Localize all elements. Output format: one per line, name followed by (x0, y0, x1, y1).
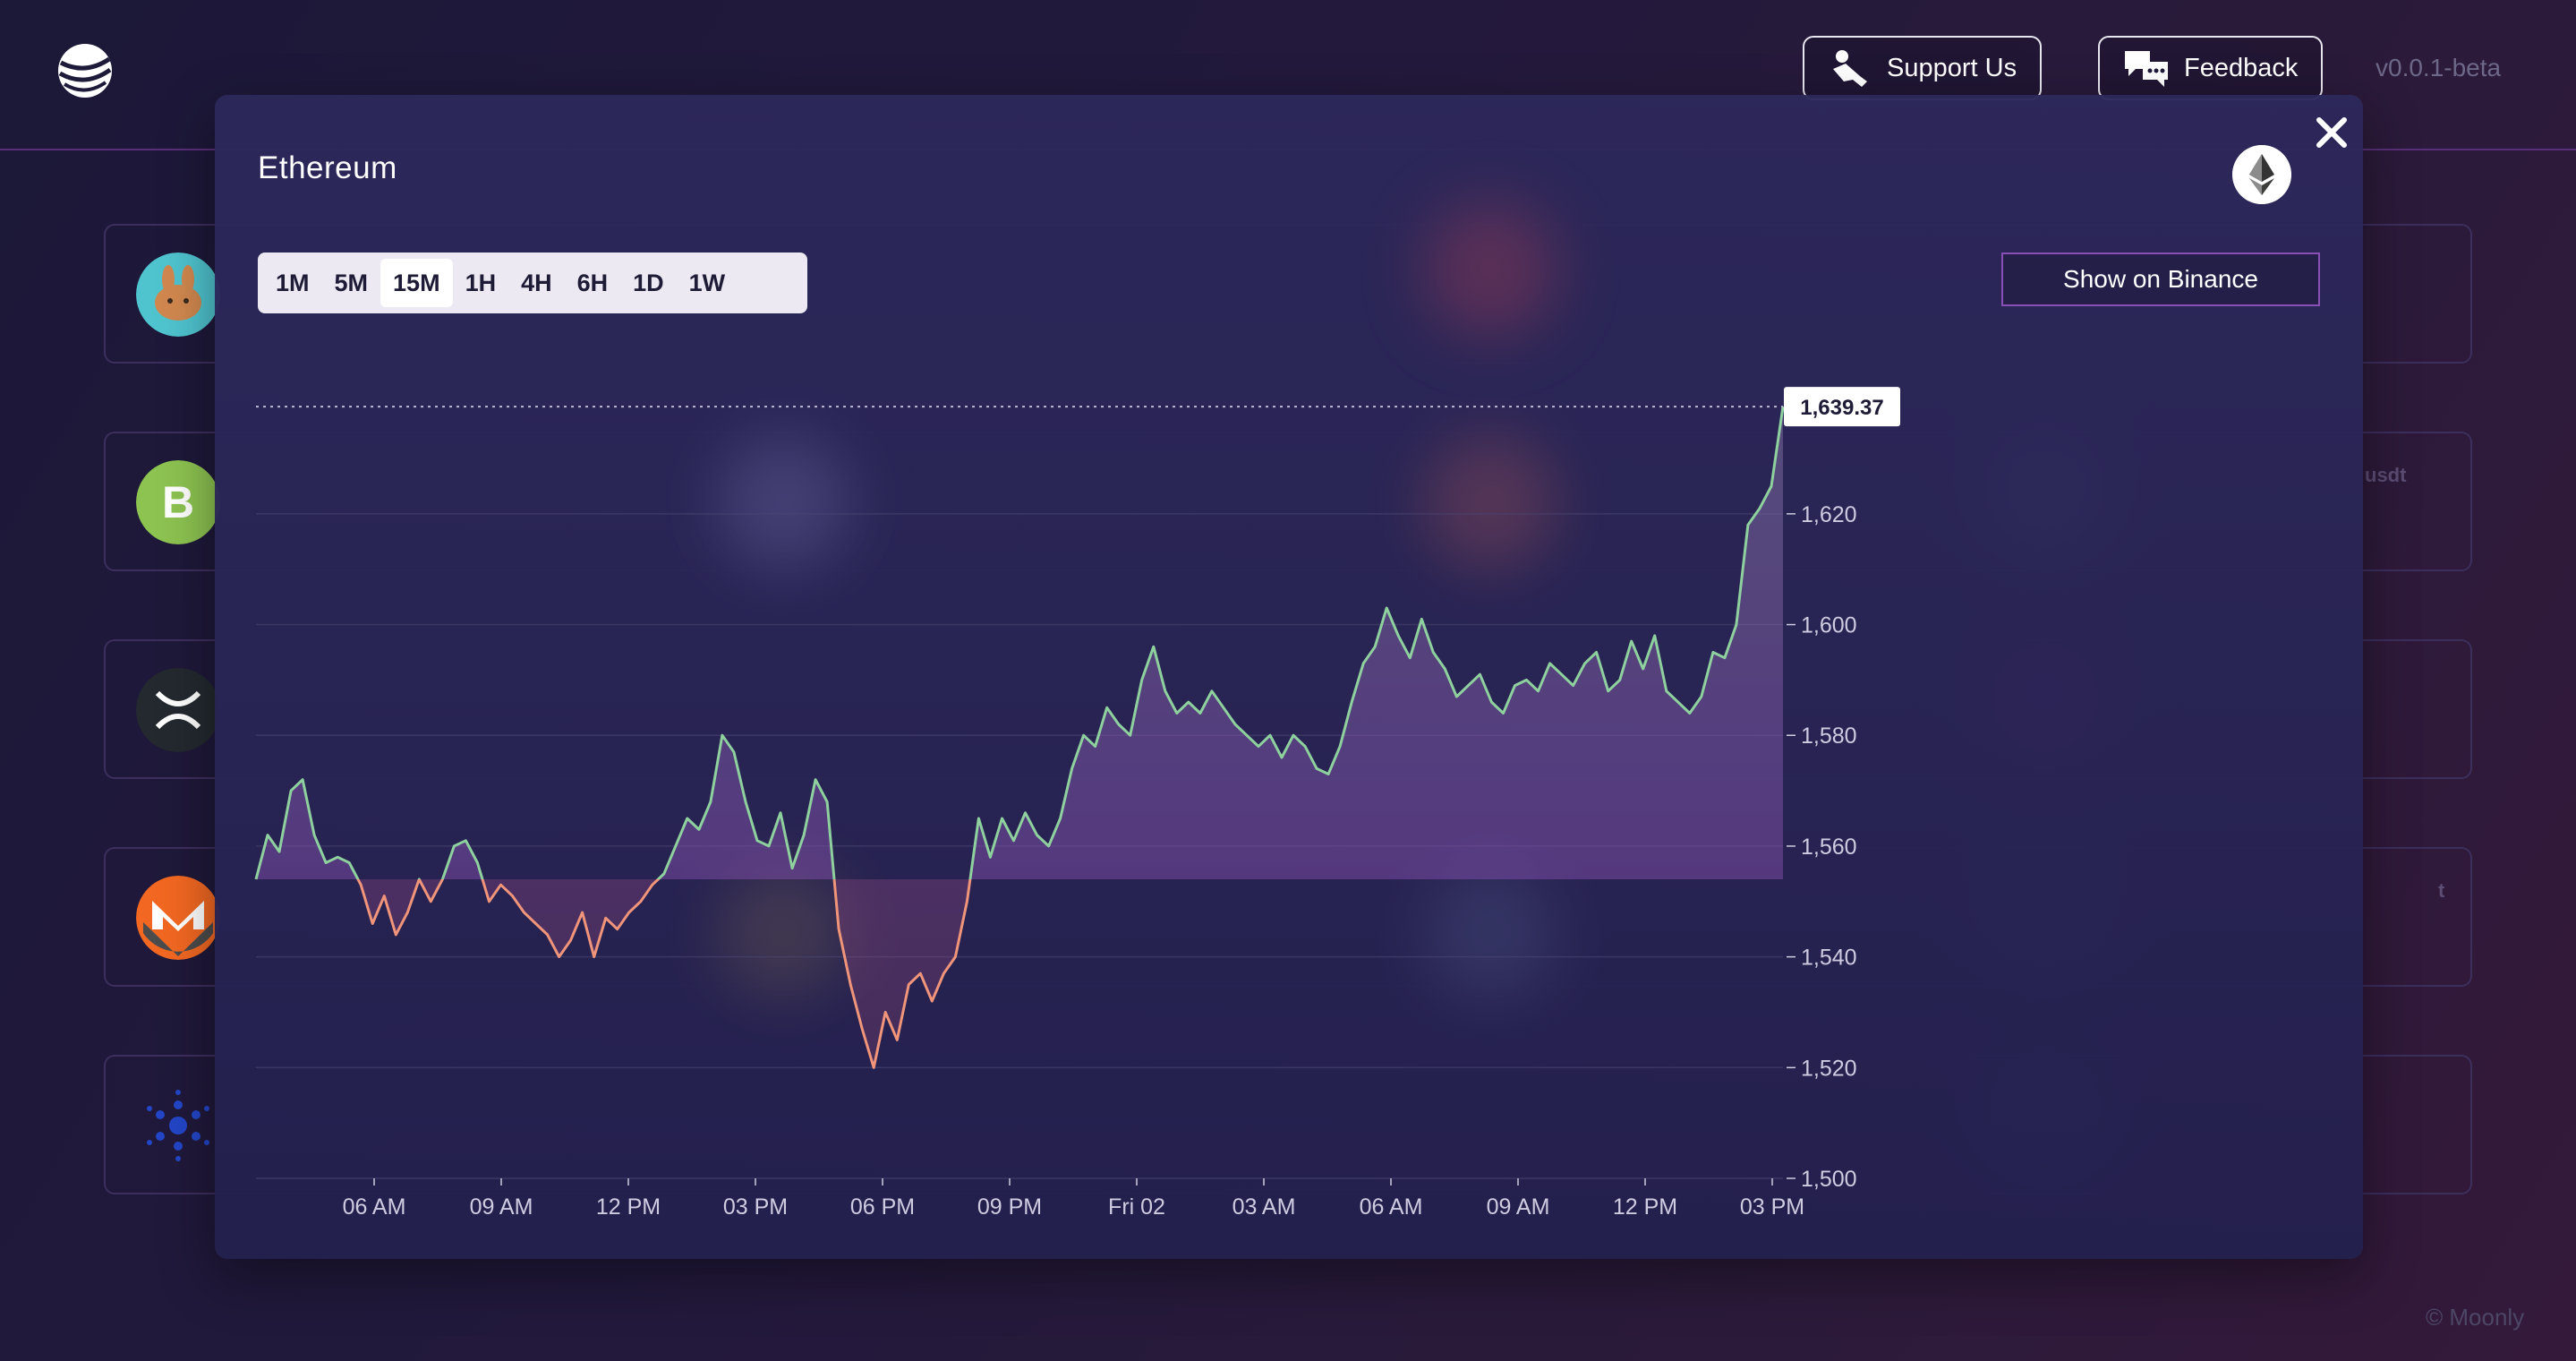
pancakeswap-bunny-icon (136, 253, 220, 337)
y-axis-label: 1,520 (1801, 1056, 1857, 1081)
x-axis-label: 09 PM (977, 1194, 1042, 1220)
copyright-text: © Moonly (2426, 1304, 2525, 1331)
x-axis-label: Fri 02 (1108, 1194, 1165, 1220)
price-chart[interactable]: 1,500 1,520 1,540 1,560 1,580 1,600 1,620 06 AM… (215, 95, 2363, 1259)
x-axis-label: 12 PM (1613, 1194, 1677, 1220)
x-axis-label: 06 AM (1360, 1194, 1423, 1220)
xrp-icon (136, 668, 220, 752)
support-us-button[interactable]: Support Us (1803, 36, 2043, 100)
y-axis-label: 1,500 (1801, 1167, 1857, 1192)
price-area-up (256, 407, 1783, 880)
x-axis-label: 09 AM (470, 1194, 533, 1220)
version-label: v0.0.1-beta (2376, 54, 2502, 81)
support-us-label: Support Us (1887, 53, 2017, 82)
row-side-text: usdt (2365, 464, 2407, 486)
monero-icon (136, 876, 220, 960)
y-axis-label: 1,620 (1801, 502, 1857, 527)
feedback-label: Feedback (2184, 53, 2299, 82)
y-axis-label: 1,540 (1801, 946, 1857, 971)
x-axis-label: 06 PM (850, 1194, 915, 1220)
chat-bubbles-icon (2125, 51, 2168, 87)
x-axis-label: 12 PM (596, 1194, 661, 1220)
y-axis-label: 1,600 (1801, 613, 1857, 638)
svg-text:B: B (162, 477, 194, 527)
x-axis-label: 06 AM (343, 1194, 406, 1220)
cardano-icon (147, 1090, 209, 1161)
coin-chart-modal: Ethereum 1M 5M 15M 1H 4H 6H 1D 1W Show o… (215, 95, 2363, 1259)
row-side-text: t (2438, 879, 2445, 902)
last-price-label: 1,639.37 (1800, 396, 1883, 420)
bitcoin-cash-icon: B (136, 460, 220, 544)
x-axis-label: 09 AM (1487, 1194, 1550, 1220)
feedback-button[interactable]: Feedback (2098, 36, 2324, 100)
hand-coin-icon (1833, 50, 1867, 87)
moonly-logo-icon[interactable] (54, 39, 116, 102)
x-axis-label: 03 PM (723, 1194, 788, 1220)
x-axis-label: 03 PM (1740, 1194, 1804, 1220)
y-axis-label: 1,560 (1801, 835, 1857, 860)
y-axis-label: 1,580 (1801, 723, 1857, 749)
x-axis-label: 03 AM (1233, 1194, 1296, 1220)
